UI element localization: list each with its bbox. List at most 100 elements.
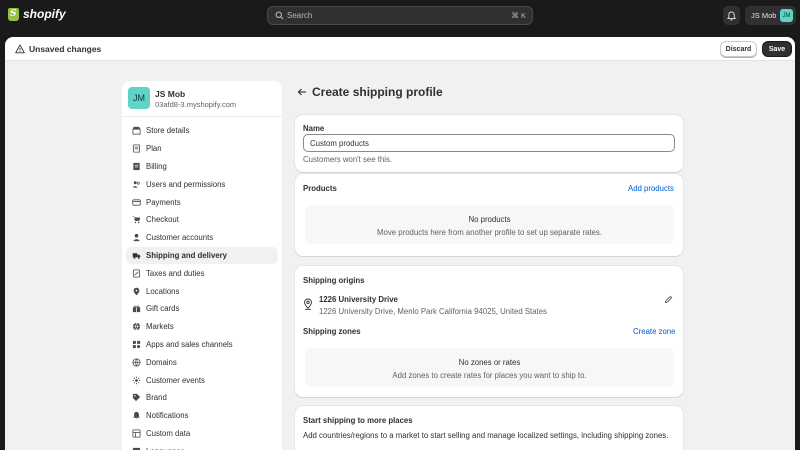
person-icon	[133, 234, 140, 242]
products-title: Products	[303, 184, 337, 193]
search-placeholder: Search	[287, 11, 313, 20]
sidebar-item-gift-cards[interactable]: Gift cards	[126, 300, 278, 318]
sidebar-item-notifications[interactable]: Notifications	[126, 407, 278, 425]
sidebar-item-checkout[interactable]: Checkout	[126, 211, 278, 229]
sidebar-item-label: Billing	[146, 161, 167, 171]
page-title: Create shipping profile	[312, 85, 443, 99]
search-shortcut: ⌘ K	[511, 11, 526, 20]
sidebar-item-label: Notifications	[146, 411, 189, 421]
sidebar-item-custom-data[interactable]: Custom data	[126, 425, 278, 443]
more-places-body: Add countries/regions to a market to sta…	[303, 431, 669, 440]
products-empty-title: No products	[468, 215, 511, 224]
store-header[interactable]: JM JS Mob 03afd8-3.myshopify.com	[122, 81, 282, 117]
globe-icon	[132, 322, 141, 331]
sidebar-item-payments[interactable]: Payments	[126, 193, 278, 211]
sidebar-item-label: Plan	[146, 144, 162, 154]
location-icon	[133, 287, 140, 295]
origin-address-title: 1226 University Drive	[319, 295, 398, 304]
sidebar-item-label: Customer accounts	[146, 233, 214, 243]
unsaved-changes-bar: Unsaved changes Discard Save	[5, 37, 795, 61]
sidebar-item-brand[interactable]: Brand	[126, 389, 278, 407]
sidebar-item-markets[interactable]: Markets	[126, 318, 278, 336]
more-places-title: Start shipping to more places	[303, 416, 413, 425]
sidebar-item-taxes-and-duties[interactable]: Taxes and duties	[126, 264, 278, 282]
add-products-link[interactable]: Add products	[628, 184, 674, 193]
sidebar-item-customer-events[interactable]: Customer events	[126, 371, 278, 389]
warning-icon	[15, 44, 25, 54]
sidebar-item-label: Users and permissions	[146, 179, 226, 189]
discard-button[interactable]: Discard	[720, 41, 757, 57]
sidebar-item-label: Brand	[146, 393, 167, 403]
plan-icon	[132, 144, 141, 153]
gift-icon	[132, 305, 141, 313]
truck-icon	[132, 253, 141, 259]
name-label: Name	[303, 124, 325, 133]
search-bar[interactable]: Search ⌘ K	[267, 6, 533, 25]
sidebar-item-shipping-and-delivery[interactable]: Shipping and delivery	[126, 246, 278, 265]
settings-sidebar: JM JS Mob 03afd8-3.myshopify.com Store d…	[122, 81, 282, 450]
events-icon	[132, 376, 141, 384]
create-zone-link[interactable]: Create zone	[633, 327, 675, 336]
save-button[interactable]: Save	[762, 41, 792, 57]
account-menu-button[interactable]: JS Mob JM	[745, 6, 796, 25]
bell-icon	[133, 412, 140, 420]
sidebar-item-label: Payments	[146, 197, 181, 207]
apps-icon	[132, 340, 141, 349]
location-pin-icon	[304, 298, 312, 310]
user-name: JS Mob	[751, 11, 777, 20]
billing-icon	[133, 162, 140, 171]
origin-address-full: 1226 University Drive, Menlo Park Califo…	[319, 307, 547, 316]
sidebar-item-label: Checkout	[146, 215, 179, 225]
sidebar-item-customer-accounts[interactable]: Customer accounts	[126, 229, 278, 247]
sidebar-item-users-and-permissions[interactable]: Users and permissions	[126, 175, 278, 193]
zones-empty-state: No zones or rates Add zones to create ra…	[305, 348, 674, 387]
sidebar-item-store-details[interactable]: Store details	[126, 122, 278, 140]
sidebar-item-label: Shipping and delivery	[146, 250, 228, 260]
sidebar-item-locations[interactable]: Locations	[126, 282, 278, 300]
bell-icon	[727, 11, 736, 20]
sidebar-item-billing[interactable]: Billing	[126, 158, 278, 176]
settings-nav: Store details Plan Billing Users and permis…	[126, 122, 278, 450]
notifications-button[interactable]	[723, 6, 740, 25]
shopify-logo[interactable]: shopify	[8, 7, 66, 21]
sidebar-item-label: Domains	[146, 357, 177, 367]
payments-icon	[132, 198, 141, 206]
sidebar-item-label: Apps and sales channels	[146, 339, 233, 349]
shipping-origins-card: Shipping origins 1226 University Drive 1…	[295, 266, 683, 397]
domain-icon	[132, 358, 141, 367]
zones-empty-title: No zones or rates	[458, 358, 521, 367]
sidebar-item-label: Customer events	[146, 375, 205, 385]
sidebar-item-label: Custom data	[146, 428, 191, 438]
sidebar-item-label: Markets	[146, 322, 174, 332]
products-card: Products Add products No products Move p…	[295, 174, 683, 256]
sidebar-item-plan[interactable]: Plan	[126, 140, 278, 158]
user-avatar: JM	[780, 9, 793, 22]
sidebar-item-domains[interactable]: Domains	[126, 353, 278, 371]
products-empty-state: No products Move products here from anot…	[305, 205, 674, 244]
name-help-text: Customers won't see this.	[303, 155, 393, 164]
sidebar-item-apps-and-sales-channels[interactable]: Apps and sales channels	[126, 336, 278, 354]
users-icon	[132, 181, 140, 188]
profile-name-input[interactable]	[303, 134, 675, 152]
more-places-card: Start shipping to more places Add countr…	[295, 406, 683, 450]
unsaved-message: Unsaved changes	[29, 44, 102, 54]
store-name: JS Mob	[155, 89, 186, 99]
cart-icon	[132, 216, 141, 224]
products-empty-subtitle: Move products here from another profile …	[377, 228, 602, 237]
store-domain: 03afd8-3.myshopify.com	[155, 100, 237, 109]
taxes-icon	[132, 269, 141, 278]
shipping-origins-title: Shipping origins	[303, 276, 365, 285]
edit-pencil-icon[interactable]	[664, 295, 673, 304]
back-arrow-icon[interactable]	[297, 87, 307, 97]
store-avatar: JM	[128, 87, 150, 109]
sidebar-item-label: Store details	[146, 126, 190, 136]
zones-empty-subtitle: Add zones to create rates for places you…	[392, 371, 587, 380]
brand-icon	[132, 394, 141, 402]
store-icon	[132, 127, 141, 135]
top-bar: shopify Search ⌘ K JS Mob JM	[0, 0, 800, 31]
name-card: Name Customers won't see this.	[295, 115, 683, 172]
sidebar-item-label: Locations	[146, 286, 180, 296]
sidebar-item-languages[interactable]: ALanguages	[126, 442, 278, 450]
search-icon	[275, 11, 284, 20]
shipping-zones-title: Shipping zones	[303, 327, 361, 336]
